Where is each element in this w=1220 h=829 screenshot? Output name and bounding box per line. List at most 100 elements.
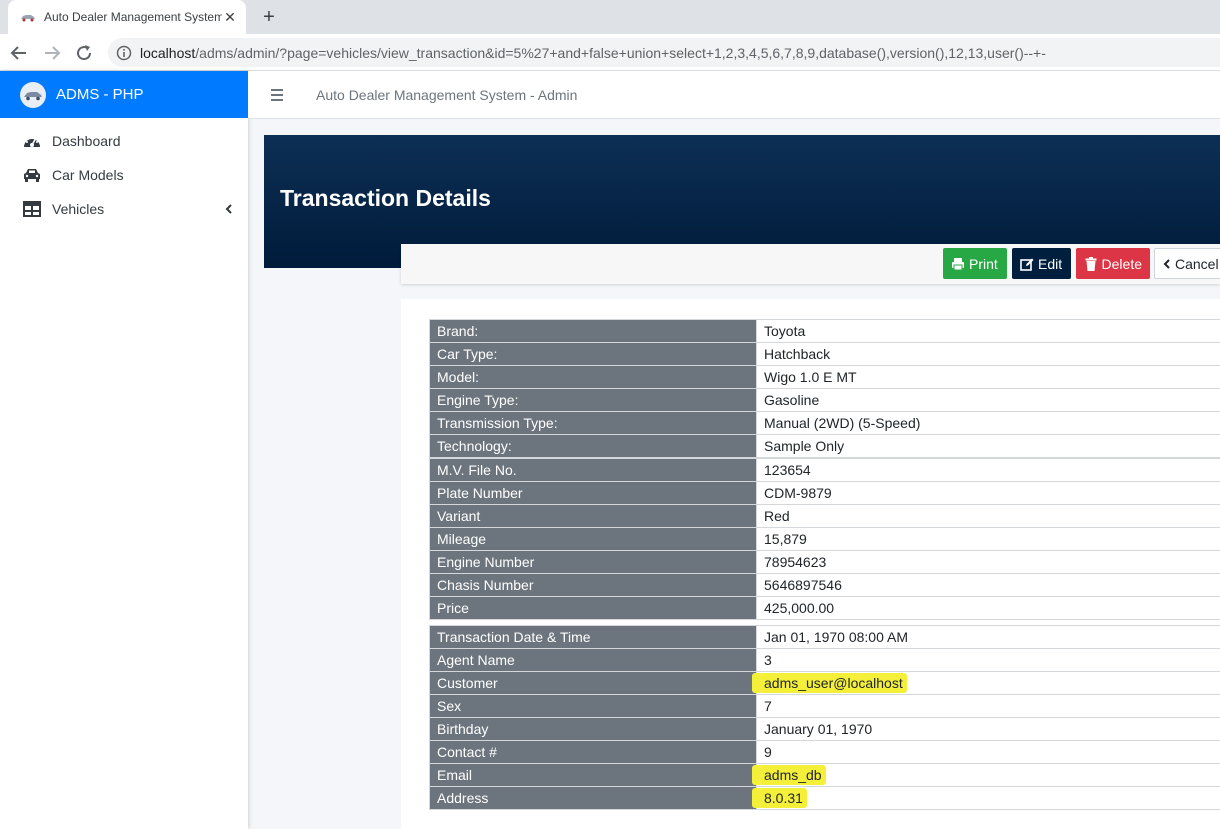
field-value-text: 9 <box>764 744 772 760</box>
field-value: Hatchback <box>756 342 1220 366</box>
transaction-table: Transaction Date & Time Jan 01, 1970 08:0… <box>429 625 1220 810</box>
car-icon <box>22 166 42 184</box>
field-label: Contact # <box>429 740 757 764</box>
field-value: Toyota <box>756 319 1220 343</box>
card-body: Brand: Toyota Car Type: Hatchback Model: Wigo… <box>401 299 1220 829</box>
field-label: Transaction Date & Time <box>429 625 757 649</box>
table-row: Variant Red <box>429 504 1220 528</box>
field-value: 9 <box>756 740 1220 764</box>
brand-logo-icon <box>20 81 46 108</box>
table-row: Transmission Type: Manual (2WD) (5-Speed) <box>429 411 1220 435</box>
url-text: localhost/adms/admin/?page=vehicles/view… <box>140 45 1046 61</box>
sidebar-item-label: Vehicles <box>52 201 105 217</box>
field-value: adms_user@localhost <box>756 671 1220 695</box>
table-row: Brand: Toyota <box>429 319 1220 343</box>
field-label: Technology: <box>429 434 757 458</box>
edit-button[interactable]: Edit <box>1012 248 1071 279</box>
sidebar-item-vehicles[interactable]: Vehicles <box>0 192 248 226</box>
field-value: CDM-9879 <box>756 481 1220 505</box>
field-value: Sample Only <box>756 434 1220 458</box>
field-value-text: CDM-9879 <box>764 485 832 501</box>
field-value-text: Manual (2WD) (5-Speed) <box>764 415 921 431</box>
print-button[interactable]: Print <box>943 248 1007 279</box>
field-label: Car Type: <box>429 342 757 366</box>
sidebar-brand[interactable]: ADMS - PHP <box>0 71 248 118</box>
table-row: Agent Name 3 <box>429 648 1220 672</box>
main-header: Auto Dealer Management System - Admin <box>248 71 1220 119</box>
table-row: Car Type: Hatchback <box>429 342 1220 366</box>
chevron-left-icon <box>1163 257 1171 271</box>
print-icon <box>951 257 965 271</box>
field-value: 7 <box>756 694 1220 718</box>
field-value: 3 <box>756 648 1220 672</box>
edit-icon <box>1020 257 1034 271</box>
table-row: Sex 7 <box>429 694 1220 718</box>
vehicle-table: M.V. File No. 123654 Plate Number CDM-9879 V… <box>429 458 1220 620</box>
card-header: Print Edit Delete Cancel <box>401 244 1220 284</box>
tab-title: Auto Dealer Management System <box>44 10 222 24</box>
sidebar-item-car-models[interactable]: Car Models <box>0 158 248 192</box>
info-icon[interactable] <box>116 45 132 61</box>
field-label: Customer <box>429 671 757 695</box>
field-label: Model: <box>429 365 757 389</box>
field-label: Brand: <box>429 319 757 343</box>
field-label: Transmission Type: <box>429 411 757 435</box>
table-row: Contact # 9 <box>429 740 1220 764</box>
field-value: 78954623 <box>756 550 1220 574</box>
field-value-text: Toyota <box>764 323 806 339</box>
header-title: Auto Dealer Management System - Admin <box>316 87 578 103</box>
table-row: Email adms_db <box>429 763 1220 787</box>
delete-button[interactable]: Delete <box>1076 248 1150 279</box>
table-row: Birthday January 01, 1970 <box>429 717 1220 741</box>
dashboard-gauge-icon <box>22 132 42 150</box>
field-value-text: adms_db <box>760 765 826 785</box>
table-row: Chasis Number 5646897546 <box>429 573 1220 597</box>
car-logo-icon <box>20 12 36 22</box>
field-value: 123654 <box>756 458 1220 482</box>
field-value-text: Gasoline <box>764 392 820 408</box>
browser-toolbar: localhost/adms/admin/?page=vehicles/view… <box>0 34 1220 71</box>
table-row: Plate Number CDM-9879 <box>429 481 1220 505</box>
new-tab-icon[interactable]: + <box>258 6 280 28</box>
tab-close-icon[interactable]: ✕ <box>222 9 238 25</box>
chevron-left-icon[interactable] <box>224 201 234 217</box>
table-row: Engine Type: Gasoline <box>429 388 1220 412</box>
edit-label: Edit <box>1038 255 1063 272</box>
field-value: 15,879 <box>756 527 1220 551</box>
cancel-label: Cancel <box>1175 255 1219 272</box>
browser-tab[interactable]: Auto Dealer Management System ✕ <box>8 0 246 34</box>
reload-icon[interactable] <box>73 42 95 64</box>
table-row: Address 8.0.31 <box>429 786 1220 810</box>
field-label: Engine Number <box>429 550 757 574</box>
sidebar-item-dashboard[interactable]: Dashboard <box>0 124 248 158</box>
cancel-button[interactable]: Cancel <box>1154 248 1220 279</box>
field-label: Variant <box>429 504 757 528</box>
field-value: Red <box>756 504 1220 528</box>
sidebar: ADMS - PHP Dashboard Car Models Vehicles <box>0 71 248 829</box>
field-value: Jan 01, 1970 08:00 AM <box>756 625 1220 649</box>
field-value: Manual (2WD) (5-Speed) <box>756 411 1220 435</box>
field-label: Address <box>429 786 757 810</box>
field-label: Email <box>429 763 757 787</box>
field-value-text: 123654 <box>764 462 811 478</box>
table-row: Mileage 15,879 <box>429 527 1220 551</box>
field-value-text: Wigo 1.0 E MT <box>764 369 857 385</box>
back-arrow-icon[interactable] <box>8 42 30 64</box>
forward-arrow-icon[interactable] <box>41 42 63 64</box>
page-title: Transaction Details <box>280 185 491 211</box>
field-value-text: Hatchback <box>764 346 831 362</box>
table-row: Transaction Date & Time Jan 01, 1970 08:0… <box>429 625 1220 649</box>
hamburger-menu-icon[interactable] <box>270 86 286 104</box>
address-bar[interactable]: localhost/adms/admin/?page=vehicles/view… <box>108 38 1220 67</box>
field-value-text: Sample Only <box>764 438 845 454</box>
field-value-text: 425,000.00 <box>764 600 835 616</box>
field-value: 5646897546 <box>756 573 1220 597</box>
table-icon <box>22 200 42 218</box>
sidebar-item-label: Car Models <box>52 167 124 183</box>
field-value: Wigo 1.0 E MT <box>756 365 1220 389</box>
url-host: localhost <box>140 44 196 61</box>
table-row: Engine Number 78954623 <box>429 550 1220 574</box>
field-value-text: 8.0.31 <box>760 788 807 808</box>
field-label: Price <box>429 596 757 620</box>
field-value-text: 5646897546 <box>764 577 842 593</box>
